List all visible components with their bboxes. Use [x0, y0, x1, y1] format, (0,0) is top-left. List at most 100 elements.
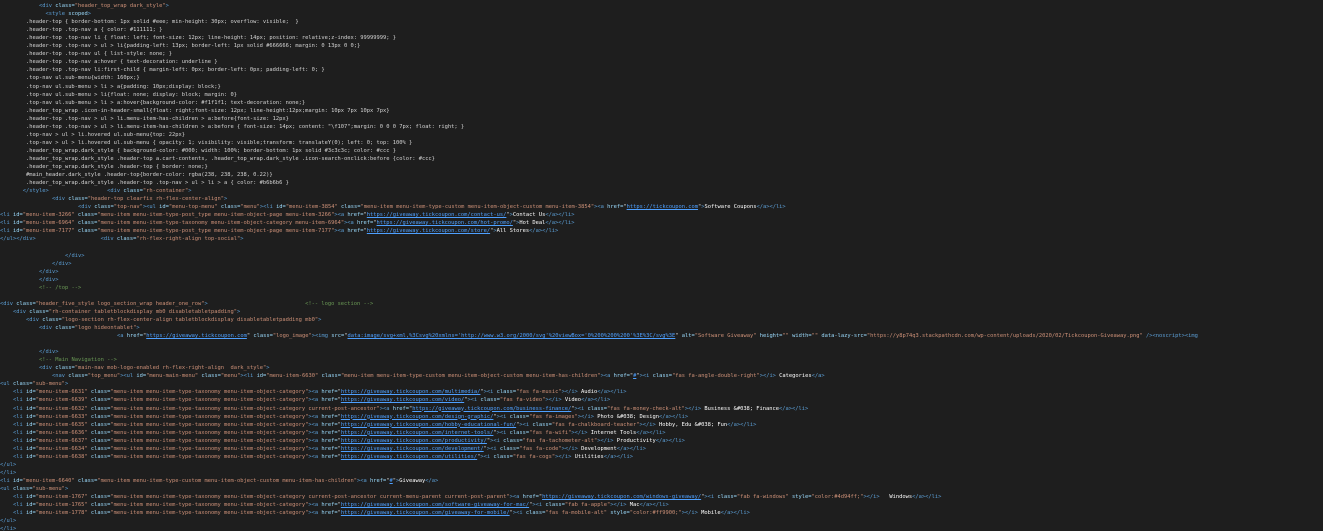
code-token-val: "color:#ff9900;"	[629, 510, 682, 517]
code-line: .top-nav > ul > li.hovered ul.sub-menu{t…	[26, 131, 185, 139]
code-line: </ul>	[0, 517, 16, 525]
code-token-txt: Development	[577, 445, 617, 452]
code-token-tag: <div	[26, 316, 43, 323]
code-token-tag: ></i>	[571, 429, 588, 436]
code-token-attr: id=	[12, 212, 23, 219]
code-token-val: "https://y8p74q3.stackpathcdn.com/wp-con…	[866, 333, 1143, 340]
code-token-attr: href=	[321, 510, 338, 517]
code-token-tag: </li>	[0, 469, 17, 476]
code-token-cmt: <!-- logo section -->	[305, 300, 374, 307]
code-token-val: "header_five_style logo_section_wrap hea…	[35, 300, 205, 307]
code-token-tag: ><a	[308, 421, 322, 428]
code-link[interactable]: https://giveaway.tickcoupon.com/producti…	[341, 438, 487, 444]
code-token-val: "sub-menu"	[32, 381, 65, 388]
code-line: </ul>	[0, 461, 16, 469]
code-link[interactable]: data:image/svg+xml,%3Csvg%20xmlns='http:…	[348, 333, 676, 339]
code-token-tag: <li	[0, 220, 13, 227]
code-token-tag: <li	[13, 389, 26, 396]
code-token-tag: </a></li>	[912, 494, 942, 501]
code-token-tag: ></i>	[863, 494, 880, 501]
code-link[interactable]: https://giveaway.tickcoupon.com/hot-prom…	[377, 220, 513, 226]
code-token-txt: Video	[561, 397, 582, 404]
code-token-val: "menu-item-6636"	[35, 429, 88, 436]
code-line: .header-top .top-nav > ul > li{padding-l…	[26, 42, 360, 50]
code-line: <ul class="sub-menu">	[0, 485, 68, 493]
code-line: <!-- /top -->	[39, 284, 81, 292]
code-token-txt: Categories	[775, 373, 812, 380]
code-token-attr: id=	[12, 477, 23, 484]
code-token-tag: ><a	[308, 502, 322, 509]
code-link[interactable]: https://giveaway.tickcoupon.com/windows-…	[542, 494, 701, 500]
code-link[interactable]: https://giveaway.tickcoupon.com/contact-…	[367, 212, 507, 218]
code-token-val: "menu-item menu-item-type-taxonomy menu-…	[110, 502, 309, 509]
code-token-tag: </a></li>	[756, 204, 786, 211]
code-token-tag: <li	[0, 228, 13, 235]
code-token-tag: ><li	[259, 204, 277, 211]
code-token-css: .top-nav ul.sub-menu > li > a{padding: 1…	[26, 83, 221, 90]
code-token-txt: Internet Tools	[587, 429, 637, 436]
code-token-attr: class=	[90, 413, 111, 420]
code-token-attr: href=	[321, 397, 338, 404]
code-token-val: "top-nav"	[113, 204, 143, 211]
code-token-tag: <li	[13, 397, 26, 404]
code-token-val: "fas fa-cogs"	[512, 453, 556, 460]
code-token-tag: </a></li>	[616, 445, 646, 452]
code-token-attr: class=	[90, 437, 111, 444]
code-link[interactable]: https://giveaway.tickcoupon.com/utilitie…	[341, 454, 477, 460]
code-link[interactable]: https://tickcoupon.com	[627, 204, 698, 210]
code-token-tag: </a></li>	[658, 413, 689, 420]
code-token-attr: class=	[90, 502, 111, 509]
code-token-attr: href=	[321, 437, 338, 444]
code-line: </li>	[0, 525, 16, 531]
code-token-attr: id=	[25, 494, 36, 501]
code-token-tag: ><i	[519, 421, 533, 428]
code-token-val: "menu-item menu-item-type-taxonomy menu-…	[110, 437, 309, 444]
code-token-tag: ><i	[496, 429, 510, 436]
code-link[interactable]: https://giveaway.tickcoupon.com/hobby-ed…	[341, 422, 516, 428]
code-token-val: "menu-item-6633"	[35, 413, 88, 420]
code-token-val: "menu-item menu-item-type-taxonomy menu-…	[110, 429, 309, 436]
code-link[interactable]: https://giveaway.tickcoupon.com/giveaway…	[341, 510, 510, 516]
code-line: </style> <div class="rh-container">	[23, 187, 192, 195]
code-token-tag: <div	[39, 365, 56, 372]
code-token-val: "menu-item-6639"	[35, 397, 88, 404]
code-token-attr: class=	[94, 204, 114, 211]
code-token-tag: </div>	[39, 268, 59, 275]
code-line: <div class="top-nav"><ul id="menu-top-me…	[78, 203, 786, 211]
code-link[interactable]: https://giveaway.tickcoupon.com/multimed…	[341, 389, 481, 395]
code-link[interactable]: https://giveaway.tickcoupon.com	[146, 333, 247, 339]
code-token-attr: id=	[25, 502, 36, 509]
code-token-val: "menu-item menu-item-type-taxonomy menu-…	[110, 494, 510, 501]
code-token-css: .header_top_wrap.dark_style .header-top …	[26, 155, 435, 162]
code-token-tag: >	[236, 308, 241, 315]
code-link[interactable]: https://giveaway.tickcoupon.com/store/	[367, 228, 490, 234]
code-link[interactable]: https://giveaway.tickcoupon.com/business…	[412, 406, 571, 412]
code-token-attr: class=	[587, 405, 607, 412]
code-token-tag: <div	[13, 308, 30, 315]
code-token-attr: class=	[509, 413, 530, 420]
code-token-attr: href=	[321, 389, 338, 396]
code-link[interactable]: https://giveaway.tickcoupon.com/internet…	[341, 430, 494, 436]
code-link[interactable]: https://giveaway.tickcoupon.com/design-g…	[341, 414, 494, 420]
code-token-attr: class=	[29, 308, 49, 315]
code-token-attr: href=	[321, 421, 338, 428]
code-token-attr: alt=	[681, 333, 695, 340]
code-link[interactable]: https://giveaway.tickcoupon.com/software…	[341, 502, 529, 508]
code-line: .header-top .top-nav a { color: #111111;…	[26, 26, 162, 34]
code-line: <li id="menu-item-6639" class="menu-item…	[13, 396, 610, 404]
code-token-attr: class=	[496, 389, 517, 396]
code-token-tag: ><a	[308, 453, 322, 460]
code-token-tag: </a></li>	[727, 421, 757, 428]
code-token-val: "menu-item-6640"	[22, 477, 75, 484]
code-token-tag: <div	[39, 325, 56, 331]
code-token-tag: </a>	[425, 477, 439, 484]
code-line: <ul class="sub-menu">	[0, 380, 68, 388]
code-token-attr: class=	[90, 453, 111, 460]
code-line: .header-top .top-nav li:first-child { ma…	[26, 66, 325, 74]
code-token-val: "menu-item-6631"	[35, 389, 88, 396]
code-link[interactable]: https://giveaway.tickcoupon.com/developm…	[341, 446, 484, 452]
code-token-tag: ></i>	[577, 413, 595, 420]
code-line: <div class="header_top_wrap dark_style">	[39, 2, 169, 10]
code-token-val: "menu-item-1765"	[35, 502, 88, 509]
code-link[interactable]: https://giveaway.tickcoupon.com/video/	[341, 397, 464, 403]
